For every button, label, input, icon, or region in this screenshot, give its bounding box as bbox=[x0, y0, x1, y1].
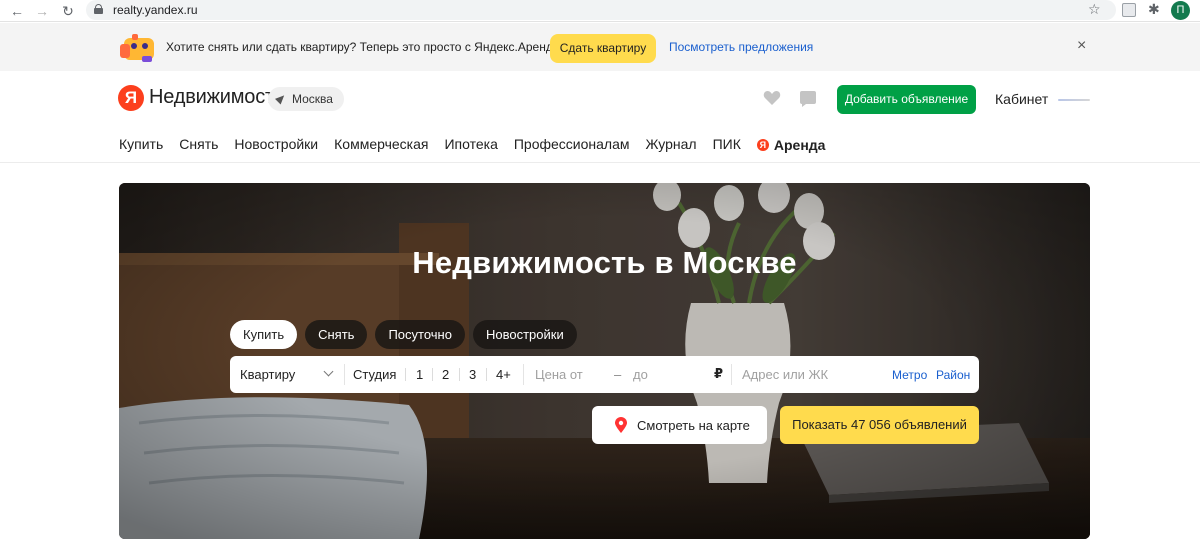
extension-icon[interactable] bbox=[1122, 3, 1136, 17]
tab-buy[interactable]: Купить bbox=[230, 320, 298, 349]
show-on-map-button[interactable]: Смотреть на карте bbox=[592, 406, 767, 444]
close-icon[interactable]: × bbox=[1077, 37, 1086, 55]
view-offers-link[interactable]: Посмотреть предложения bbox=[669, 40, 813, 54]
site-logo-text[interactable]: Недвижимость bbox=[149, 86, 284, 109]
city-label: Москва bbox=[292, 92, 333, 106]
profile-avatar[interactable]: П bbox=[1171, 1, 1190, 20]
search-divider bbox=[344, 364, 345, 385]
currency-ruble-icon: ₽ bbox=[714, 366, 724, 381]
nav-item-mortgage[interactable]: Ипотека bbox=[444, 136, 497, 154]
property-type-select[interactable]: Квартиру bbox=[240, 367, 295, 382]
rooms-divider bbox=[405, 368, 406, 381]
nav-item-arenda[interactable]: Я Аренда bbox=[756, 136, 826, 154]
browser-toolbar: ← → ↻ realty.yandex.ru ☆ ✱ П bbox=[0, 0, 1200, 22]
bookmark-star-icon[interactable]: ☆ bbox=[1088, 1, 1101, 18]
promo-banner: Хотите снять или сдать квартиру? Теперь … bbox=[0, 23, 1200, 71]
hero-section: Недвижимость в Москве Купить Снять Посут… bbox=[119, 183, 1090, 539]
city-selector[interactable]: Москва bbox=[268, 87, 344, 111]
district-link[interactable]: Район bbox=[936, 368, 970, 382]
search-divider bbox=[523, 364, 524, 385]
rooms-4-plus[interactable]: 4+ bbox=[496, 367, 511, 382]
cabinet-link[interactable]: Кабинет bbox=[995, 91, 1048, 107]
show-results-button[interactable]: Показать 47 056 объявлений bbox=[780, 406, 979, 444]
page-title: Недвижимость в Москве bbox=[412, 245, 797, 280]
address-input[interactable]: Адрес или ЖК bbox=[742, 367, 828, 382]
rooms-1[interactable]: 1 bbox=[416, 367, 423, 382]
nav-item-journal[interactable]: Журнал bbox=[646, 136, 697, 154]
nav-item-buy[interactable]: Купить bbox=[119, 136, 163, 154]
lock-icon bbox=[94, 4, 103, 14]
tab-rent[interactable]: Снять bbox=[305, 320, 368, 349]
rent-out-button[interactable]: Сдать квартиру bbox=[550, 34, 656, 63]
price-from-input[interactable]: Цена от bbox=[535, 367, 583, 382]
forward-arrow-icon[interactable]: → bbox=[33, 2, 51, 20]
nav-item-commercial[interactable]: Коммерческая bbox=[334, 136, 428, 154]
nav-item-pik[interactable]: ПИК bbox=[713, 136, 741, 154]
add-listing-button[interactable]: Добавить объявление bbox=[837, 85, 976, 114]
map-pin-icon bbox=[615, 417, 627, 433]
deal-type-tabs: Купить Снять Посуточно Новостройки bbox=[230, 320, 577, 349]
rooms-divider bbox=[459, 368, 460, 381]
header-divider bbox=[0, 162, 1200, 163]
price-to-input[interactable]: до bbox=[633, 367, 648, 382]
address-url[interactable]: realty.yandex.ru bbox=[113, 3, 198, 17]
tab-new-buildings[interactable]: Новостройки bbox=[472, 320, 577, 349]
chevron-down-icon[interactable] bbox=[323, 366, 334, 377]
rooms-divider bbox=[486, 368, 487, 381]
address-bar[interactable]: realty.yandex.ru bbox=[86, 0, 1116, 20]
search-divider bbox=[731, 364, 732, 385]
rooms-2[interactable]: 2 bbox=[442, 367, 449, 382]
rooms-divider bbox=[432, 368, 433, 381]
rooms-3[interactable]: 3 bbox=[469, 367, 476, 382]
nav-item-professionals[interactable]: Профессионалам bbox=[514, 136, 630, 154]
nav-item-rent[interactable]: Снять bbox=[179, 136, 218, 154]
search-form: Квартиру Студия 1 2 3 4+ Цена от – до ₽ … bbox=[230, 356, 979, 393]
back-arrow-icon[interactable]: ← bbox=[8, 2, 26, 20]
price-dash: – bbox=[614, 367, 622, 382]
favorites-heart-icon[interactable] bbox=[762, 88, 782, 108]
nav-arenda-label: Аренда bbox=[773, 137, 826, 153]
yandex-logo-icon[interactable]: Я bbox=[118, 85, 144, 111]
rooms-studio[interactable]: Студия bbox=[353, 367, 396, 382]
promo-text: Хотите снять или сдать квартиру? Теперь … bbox=[166, 40, 570, 54]
location-arrow-icon bbox=[274, 92, 288, 105]
messages-chat-icon[interactable] bbox=[798, 89, 818, 109]
nav-item-new-buildings[interactable]: Новостройки bbox=[234, 136, 318, 154]
main-nav: Купить Снять Новостройки Коммерческая Ип… bbox=[119, 136, 825, 154]
metro-link[interactable]: Метро bbox=[892, 368, 927, 382]
yandex-arenda-icon: Я bbox=[756, 139, 769, 151]
show-on-map-label: Смотреть на карте bbox=[637, 418, 750, 433]
tab-daily[interactable]: Посуточно bbox=[375, 320, 465, 349]
arenda-mascot-icon bbox=[120, 34, 154, 62]
reload-icon[interactable]: ↻ bbox=[59, 2, 77, 20]
cabinet-decoration bbox=[1058, 99, 1090, 101]
puzzle-extensions-icon[interactable]: ✱ bbox=[1148, 1, 1160, 18]
